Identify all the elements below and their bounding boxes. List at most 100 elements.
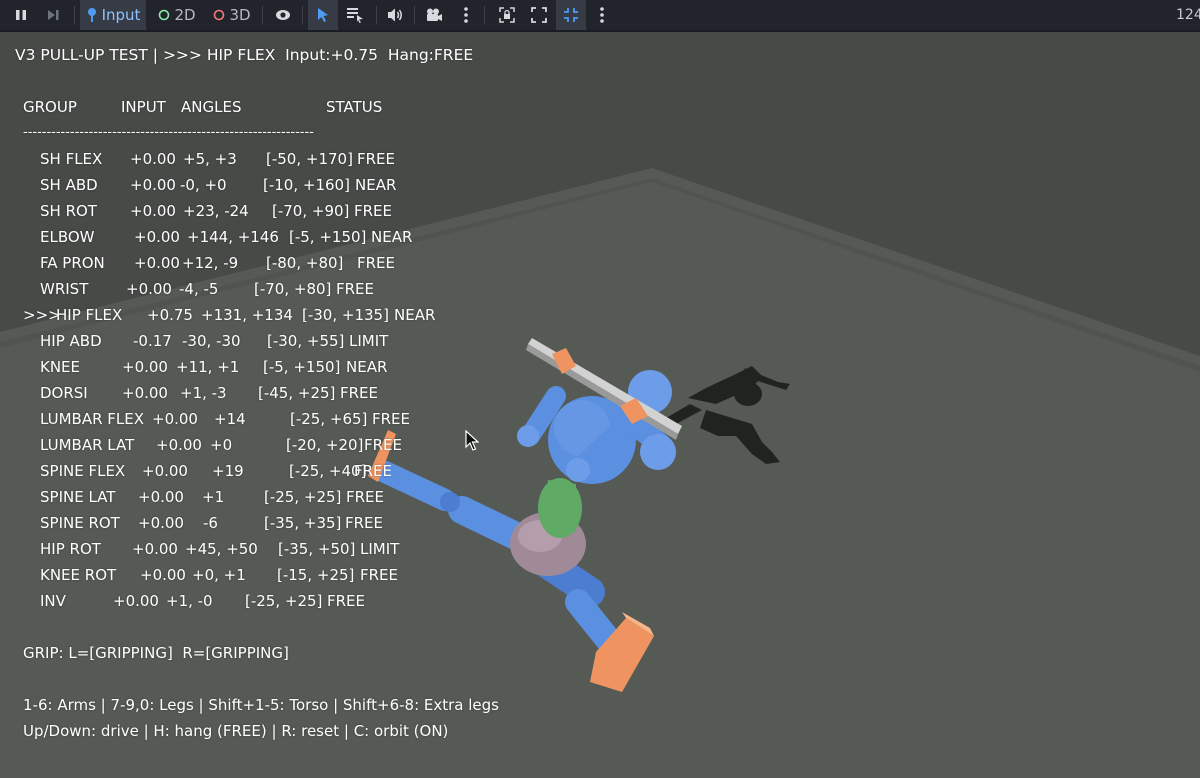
- audio-button[interactable]: [381, 0, 409, 30]
- visibility-button[interactable]: [270, 0, 296, 30]
- row-group-label: LUMBAR LAT: [40, 436, 135, 454]
- row-angles-value: +5, +3: [183, 150, 237, 168]
- row-range-value: [-10, +160]: [263, 176, 350, 194]
- row-status-value: FREE: [327, 592, 366, 610]
- view-3d-button[interactable]: 3D: [208, 0, 256, 30]
- header-angles: ANGLES: [181, 98, 242, 116]
- row-input-value: +0.00: [152, 410, 198, 428]
- row-input-value: +0.00: [138, 514, 184, 532]
- input-mode-label: Input: [101, 6, 141, 24]
- row-status-value: FREE: [354, 462, 393, 480]
- list-select-button[interactable]: [341, 0, 369, 30]
- row-range-value: [-25, +25]: [245, 592, 323, 610]
- row-status-value: NEAR: [394, 306, 436, 324]
- speaker-icon: [386, 7, 404, 23]
- row-group-label: LUMBAR FLEX: [40, 410, 145, 428]
- help-text-keys: 1-6: Arms | 7-9,0: Legs | Shift+1-5: Tor…: [23, 696, 499, 714]
- row-range-value: [-5, +150]: [289, 228, 367, 246]
- grip-status: GRIP: L=[GRIPPING] R=[GRIPPING]: [23, 644, 289, 662]
- row-status-value: FREE: [357, 254, 396, 272]
- step-icon: [46, 8, 60, 22]
- row-group-label: SPINE ROT: [40, 514, 120, 532]
- row-angles-value: +1, -0: [166, 592, 213, 610]
- row-status-value: FREE: [345, 514, 384, 532]
- row-angles-value: -0, +0: [180, 176, 227, 194]
- row-status-value: LIMIT: [349, 332, 389, 350]
- input-mode-button[interactable]: Input: [80, 0, 146, 30]
- row-angles-value: -6: [203, 514, 218, 532]
- row-input-value: +0.00: [132, 540, 178, 558]
- row-status-value: FREE: [346, 488, 385, 506]
- row-status-value: FREE: [372, 410, 411, 428]
- camera-options-button[interactable]: [454, 0, 478, 30]
- row-group-label: SH ROT: [40, 202, 97, 220]
- row-group-label: ELBOW: [40, 228, 95, 246]
- row-range-value: [-20, +20]: [286, 436, 364, 454]
- embed-lock-button[interactable]: [494, 0, 520, 30]
- row-range-value: [-45, +25]: [258, 384, 336, 402]
- fps-counter: 124: [1176, 0, 1200, 30]
- row-group-label: KNEE ROT: [40, 566, 117, 584]
- circle-2d-icon: [158, 9, 170, 21]
- row-angles-value: +11, +1: [176, 358, 240, 376]
- row-angles-value: +1: [202, 488, 225, 506]
- row-range-value: [-25, +65]: [290, 410, 368, 428]
- row-input-value: +0.75: [147, 306, 193, 324]
- row-status-value: LIMIT: [360, 540, 400, 558]
- row-group-label: KNEE: [40, 358, 81, 376]
- row-range-value: [-30, +135]: [302, 306, 389, 324]
- row-group-label: HIP FLEX: [56, 306, 123, 324]
- fullscreen-button[interactable]: [556, 0, 586, 30]
- expand-button[interactable]: [526, 0, 552, 30]
- row-angles-value: +14: [214, 410, 246, 428]
- eye-icon: [275, 8, 291, 22]
- row-status-value: FREE: [336, 280, 375, 298]
- editor-toolbar: Input 2D 3D 124: [0, 0, 1200, 32]
- row-group-label: HIP ROT: [40, 540, 101, 558]
- header-group: GROUP: [23, 98, 77, 116]
- row-angles-value: +45, +50: [185, 540, 258, 558]
- toolbar-separator: [376, 6, 377, 24]
- fullscreen-icon: [563, 7, 579, 23]
- header-divider: ----------------------------------------…: [23, 125, 314, 140]
- more-icon: [599, 6, 605, 24]
- row-group-label: HIP ABD: [40, 332, 102, 350]
- row-input-value: +0.00: [130, 202, 176, 220]
- row-status-value: FREE: [360, 566, 399, 584]
- row-angles-value: +12, -9: [182, 254, 239, 272]
- row-input-value: +0.00: [122, 384, 168, 402]
- view-2d-button[interactable]: 2D: [153, 0, 201, 30]
- mouse-cursor-icon: [465, 430, 479, 451]
- pause-button[interactable]: [8, 0, 34, 30]
- row-range-value: [-25, +25]: [264, 488, 342, 506]
- row-range-value: [-30, +55]: [267, 332, 345, 350]
- row-group-label: DORSI: [40, 384, 88, 402]
- step-frame-button[interactable]: [40, 0, 66, 30]
- row-angles-value: -30, -30: [182, 332, 241, 350]
- toolbar-separator: [262, 6, 263, 24]
- row-angles-value: +0, +1: [192, 566, 246, 584]
- lock-icon: [499, 7, 515, 23]
- row-status-value: NEAR: [346, 358, 388, 376]
- debug-hud: V3 PULL-UP TEST | >>> HIP FLEX Input:+0.…: [0, 32, 1200, 778]
- row-status-value: NEAR: [355, 176, 397, 194]
- row-group-label: SH FLEX: [40, 150, 103, 168]
- fps-counter-label: 124: [1176, 7, 1200, 23]
- row-group-label: WRIST: [40, 280, 89, 298]
- expand-icon: [531, 7, 547, 23]
- toolbar-separator: [302, 6, 303, 24]
- game-viewport[interactable]: V3 PULL-UP TEST | >>> HIP FLEX Input:+0.…: [0, 32, 1200, 778]
- row-angles-value: +131, +134: [201, 306, 293, 324]
- camera-button[interactable]: [420, 0, 448, 30]
- view-options-button[interactable]: [590, 0, 614, 30]
- view-3d-label: 3D: [229, 6, 251, 24]
- view-2d-label: 2D: [174, 6, 196, 24]
- row-angles-value: +144, +146: [187, 228, 279, 246]
- row-input-value: +0.00: [122, 358, 168, 376]
- row-input-value: +0.00: [134, 228, 180, 246]
- toolbar-separator: [74, 6, 75, 24]
- row-group-label: INV: [40, 592, 66, 610]
- select-tool-button[interactable]: [308, 0, 338, 30]
- row-group-label: SH ABD: [40, 176, 98, 194]
- row-range-value: [-70, +90]: [272, 202, 350, 220]
